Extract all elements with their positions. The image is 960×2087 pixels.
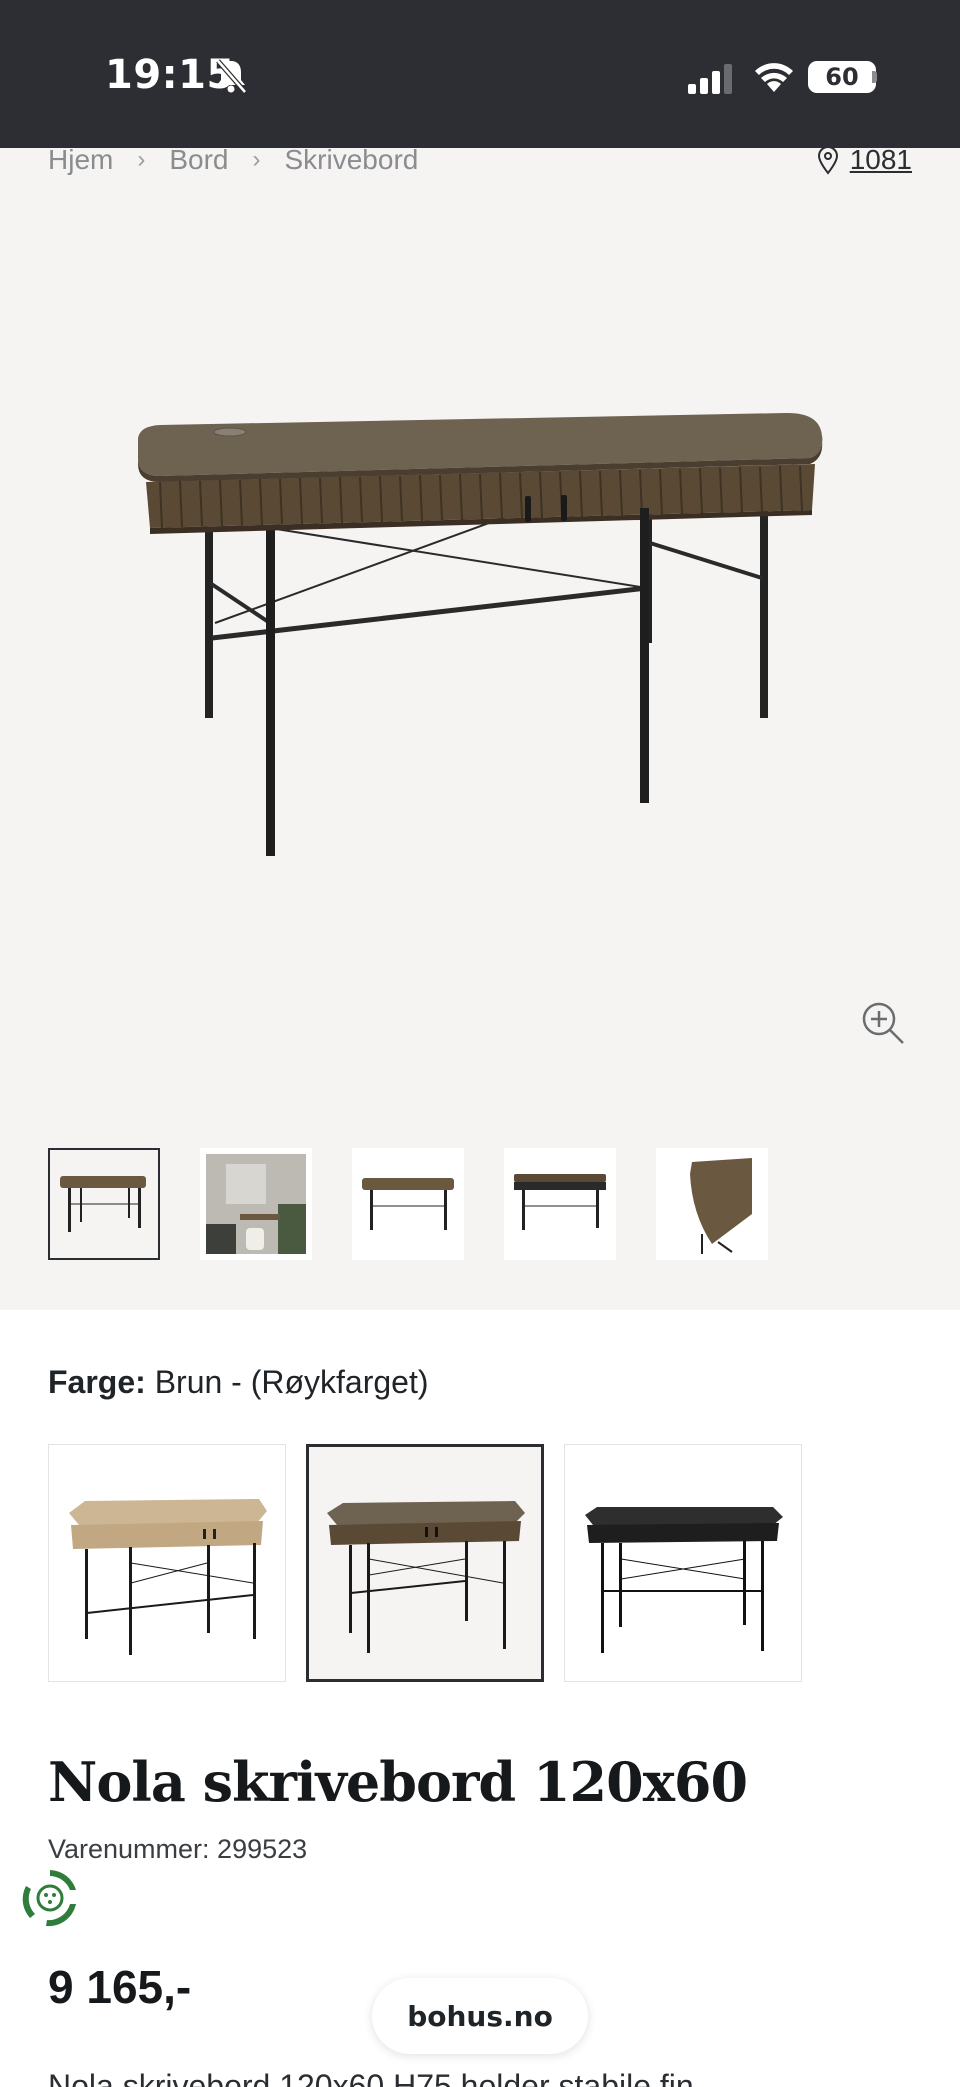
zoom-in-icon[interactable] bbox=[860, 1000, 906, 1046]
breadcrumb-home[interactable]: Hjem bbox=[48, 144, 113, 176]
product-price: 9 165,- bbox=[48, 1961, 192, 2013]
thumbnail-desk-side[interactable] bbox=[352, 1148, 464, 1260]
bell-muted-icon bbox=[216, 59, 247, 94]
color-label-key: Farge: bbox=[48, 1364, 146, 1400]
desk-oak-image bbox=[69, 1499, 267, 1655]
store-location[interactable]: 1081 bbox=[816, 140, 912, 180]
breadcrumb-skrivebord[interactable]: Skrivebord bbox=[285, 144, 419, 176]
chevron-right-icon: › bbox=[137, 146, 146, 173]
product-main-image[interactable] bbox=[120, 398, 840, 918]
desk-brown-image bbox=[327, 1501, 525, 1653]
thumbnail-desk-front[interactable] bbox=[48, 1148, 160, 1260]
breadcrumb-bord[interactable]: Bord bbox=[169, 144, 228, 176]
thumbnail-room-scene[interactable] bbox=[200, 1148, 312, 1260]
thumbnail-desk-detail[interactable] bbox=[656, 1148, 768, 1260]
location-pin-icon bbox=[817, 146, 838, 175]
product-description: Nola skrivebord 120x60 H75 holder stabil… bbox=[48, 2068, 694, 2087]
browser-url-pill[interactable]: bohus.no bbox=[372, 1978, 588, 2054]
swatch-oak[interactable] bbox=[48, 1444, 286, 1682]
desk-black-image bbox=[585, 1507, 783, 1653]
thumbnail-strip bbox=[48, 1148, 768, 1260]
color-swatches bbox=[48, 1444, 802, 1682]
desk-image bbox=[514, 1174, 606, 1230]
swatch-black[interactable] bbox=[564, 1444, 802, 1682]
room-image bbox=[206, 1154, 306, 1254]
desk-image bbox=[690, 1158, 752, 1254]
thumbnail-desk-open[interactable] bbox=[504, 1148, 616, 1260]
signal-icon bbox=[688, 64, 732, 94]
eco-recycle-icon[interactable] bbox=[16, 1864, 84, 1932]
wifi-icon bbox=[755, 63, 793, 92]
battery-tip bbox=[872, 71, 877, 83]
swatch-brown[interactable] bbox=[306, 1444, 544, 1682]
breadcrumb: Hjem › Bord › Skrivebord bbox=[48, 140, 418, 180]
chevron-right-icon: › bbox=[252, 146, 261, 173]
status-bar: 19:15 60 bbox=[0, 0, 960, 148]
color-label-value: Brun - (Røykfarget) bbox=[154, 1364, 429, 1400]
desk-image bbox=[60, 1176, 146, 1232]
location-code[interactable]: 1081 bbox=[850, 144, 912, 176]
color-label: Farge: Brun - (Røykfarget) bbox=[48, 1364, 429, 1401]
product-title: Nola skrivebord 120x60 bbox=[48, 1750, 748, 1814]
desk-image bbox=[362, 1178, 454, 1230]
product-gallery: Hjem › Bord › Skrivebord 1081 bbox=[0, 144, 960, 1310]
product-sku: Varenummer: 299523 bbox=[48, 1834, 308, 1864]
battery-icon: 60 bbox=[808, 61, 876, 93]
